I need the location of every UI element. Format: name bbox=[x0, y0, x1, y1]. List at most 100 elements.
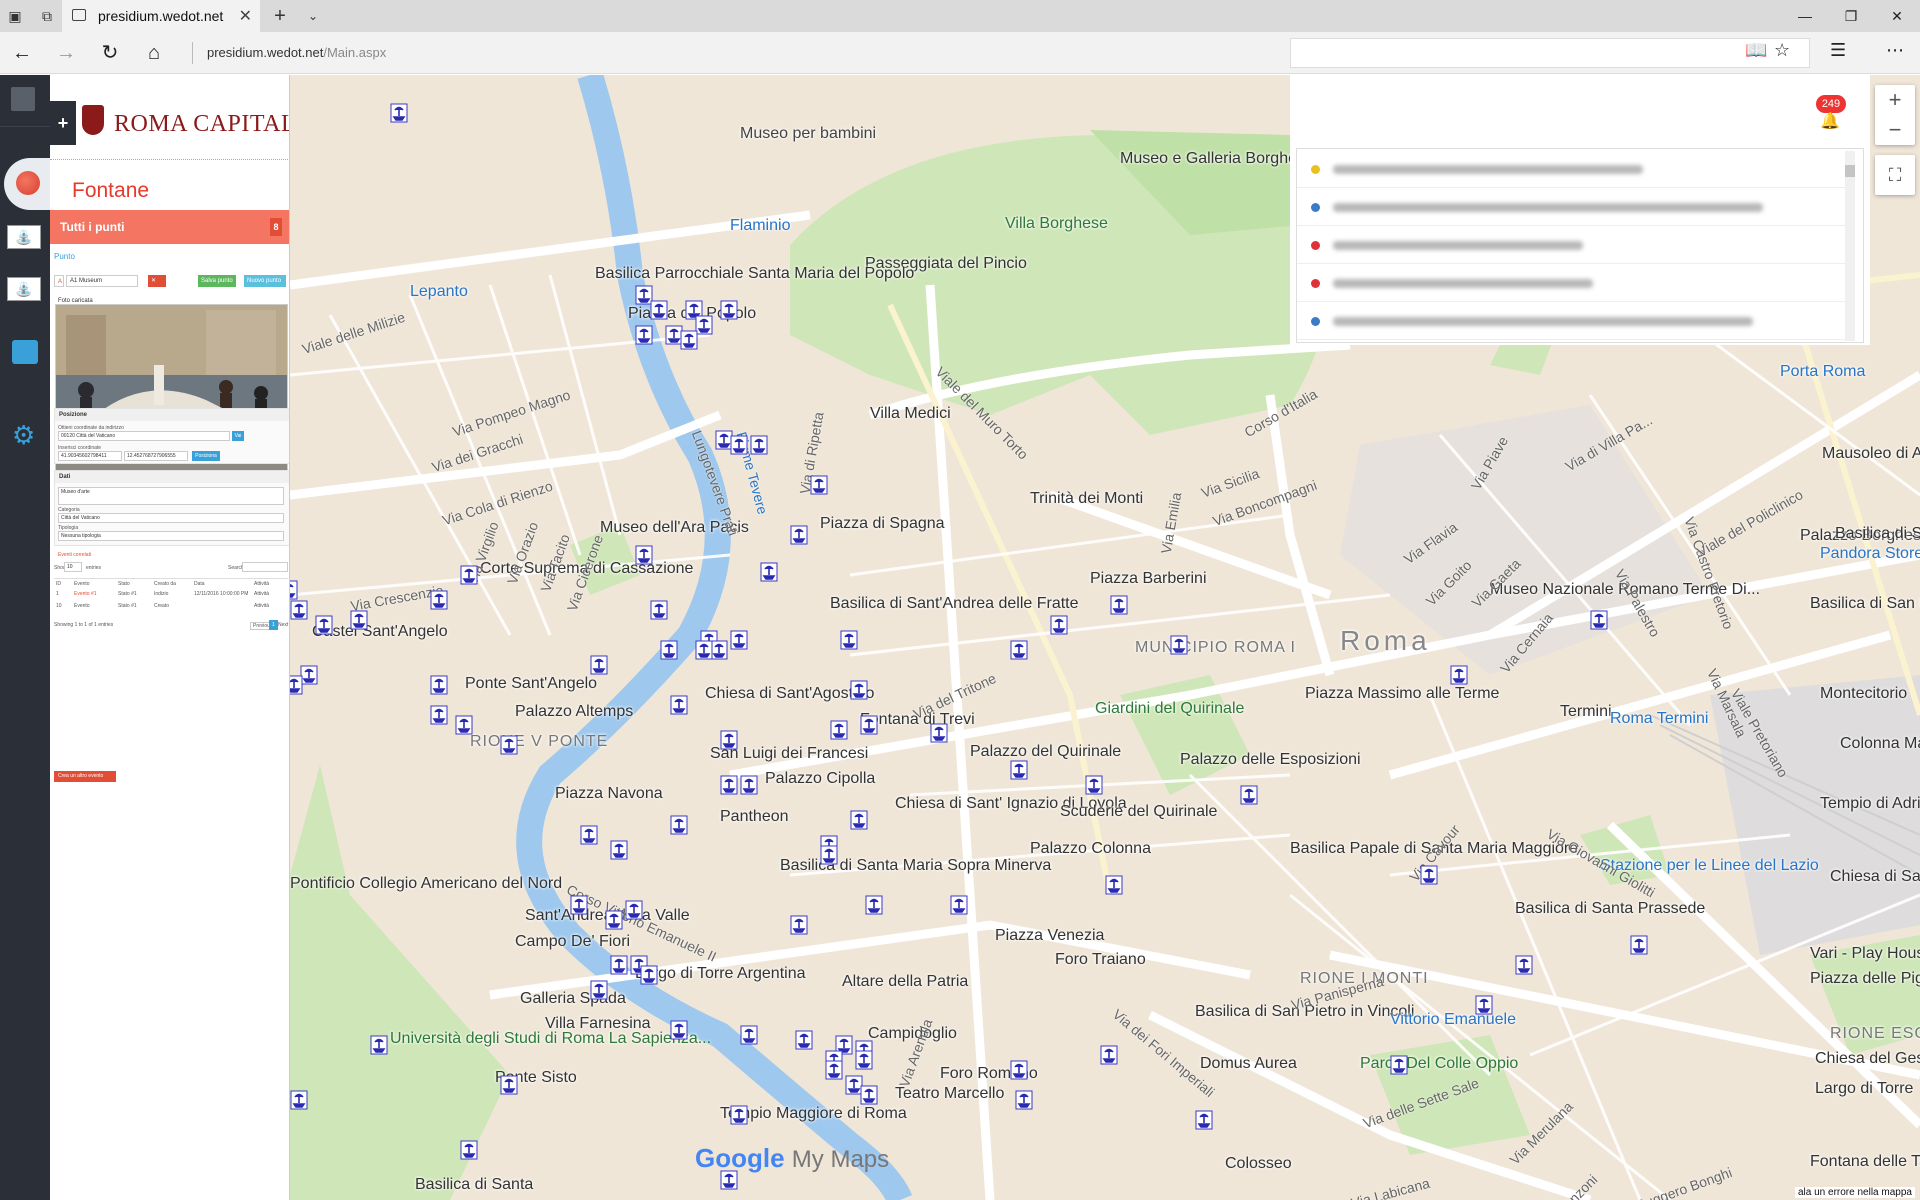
table-header-cell[interactable]: Attività bbox=[254, 581, 269, 587]
map-place-label[interactable]: Foro Traiano bbox=[1055, 951, 1146, 969]
name-input[interactable]: Museo d'arte bbox=[58, 487, 284, 505]
map-place-label[interactable]: Vari - Play House bbox=[1810, 945, 1920, 963]
table-cell[interactable]: Evento bbox=[74, 603, 90, 609]
fountain-marker-icon[interactable] bbox=[1515, 955, 1533, 975]
results-scrollbar[interactable] bbox=[1845, 151, 1855, 341]
map-place-label[interactable]: Palazzo Colonna bbox=[1030, 840, 1151, 858]
map-place-label[interactable]: Pantheon bbox=[720, 808, 789, 826]
fountain-marker-icon[interactable] bbox=[865, 895, 883, 915]
show-entries-select[interactable]: 10 bbox=[64, 562, 82, 572]
map-place-label[interactable]: Basilica di Santa bbox=[415, 1176, 533, 1194]
fountain-marker-icon[interactable] bbox=[830, 720, 848, 740]
fountain-marker-icon[interactable] bbox=[500, 735, 518, 755]
fountain-marker-icon[interactable] bbox=[1630, 935, 1648, 955]
map-place-label[interactable]: Vittorio Emanuele bbox=[1390, 1011, 1516, 1029]
calendar-icon[interactable] bbox=[12, 340, 38, 364]
fountain-marker-icon[interactable] bbox=[825, 1060, 843, 1080]
map-place-label[interactable]: Pandora Store bbox=[1820, 545, 1920, 563]
map-place-label[interactable]: Mausoleo di Augusto bbox=[1822, 445, 1920, 463]
map-place-label[interactable]: Domus Aurea bbox=[1200, 1055, 1297, 1073]
table-header-cell[interactable]: Stato bbox=[118, 581, 130, 587]
fountain-marker-icon[interactable] bbox=[430, 675, 448, 695]
fountain-marker-icon[interactable] bbox=[1085, 775, 1103, 795]
fountain-marker-icon[interactable] bbox=[720, 775, 738, 795]
fountain-marker-icon[interactable] bbox=[650, 300, 668, 320]
zoom-out-button[interactable]: − bbox=[1875, 115, 1915, 145]
fountain-marker-icon[interactable] bbox=[1015, 1090, 1033, 1110]
map-place-label[interactable]: Museo e Galleria Borghese bbox=[1120, 150, 1314, 168]
map-place-label[interactable]: Porta Roma bbox=[1780, 363, 1865, 381]
fountain-marker-icon[interactable] bbox=[790, 915, 808, 935]
bell-icon[interactable]: 🔔 bbox=[1820, 111, 1840, 131]
fountain-marker-icon[interactable] bbox=[740, 1025, 758, 1045]
fountain-marker-icon[interactable] bbox=[455, 715, 473, 735]
fountain-marker-icon[interactable] bbox=[730, 1105, 748, 1125]
home-icon[interactable]: ⌂ bbox=[138, 37, 170, 69]
fountain-marker-icon[interactable] bbox=[660, 640, 678, 660]
map-place-label[interactable]: Basilica di San Lorenzo in Lucina bbox=[1810, 595, 1920, 613]
fountain-marker-icon[interactable] bbox=[390, 103, 408, 123]
fountain-marker-icon[interactable] bbox=[680, 330, 698, 350]
save-point-button[interactable]: Salva punto bbox=[198, 275, 236, 287]
map-place-label[interactable]: Termini bbox=[1560, 703, 1612, 721]
map-place-label[interactable]: Flaminio bbox=[730, 217, 790, 235]
fountain-marker-icon[interactable] bbox=[695, 640, 713, 660]
fountain-marker-icon[interactable] bbox=[570, 895, 588, 915]
fountain-marker-icon[interactable] bbox=[810, 475, 828, 495]
fountain-marker-icon[interactable] bbox=[720, 730, 738, 750]
map-place-label[interactable]: Piazza Navona bbox=[555, 785, 663, 803]
map-place-label[interactable]: Piazza Barberini bbox=[1090, 570, 1207, 588]
fountain-marker-icon[interactable] bbox=[650, 600, 668, 620]
fountain-marker-icon[interactable] bbox=[930, 723, 948, 743]
map-place-label[interactable]: Campo De' Fiori bbox=[515, 933, 630, 951]
zoom-in-button[interactable]: + bbox=[1875, 85, 1915, 115]
map-place-label[interactable]: Piazza Venezia bbox=[995, 927, 1104, 945]
browser-tab[interactable]: presidium.wedot.net ✕ bbox=[62, 0, 260, 32]
fountain-marker-icon[interactable] bbox=[1050, 615, 1068, 635]
fountain-marker-icon[interactable] bbox=[720, 300, 738, 320]
map-place-label[interactable]: Colonna Marco Aurelio bbox=[1840, 735, 1920, 753]
fountain-marker-icon[interactable] bbox=[610, 955, 628, 975]
favorite-star-icon[interactable]: ☆ bbox=[1774, 40, 1790, 61]
fountain-marker-icon[interactable] bbox=[730, 435, 748, 455]
fountain-marker-icon[interactable] bbox=[1420, 865, 1438, 885]
fountain-marker-icon[interactable] bbox=[795, 1030, 813, 1050]
map-place-label[interactable]: Palazzo Altemps bbox=[515, 703, 633, 721]
map-place-label[interactable]: Museo per bambini bbox=[740, 125, 876, 143]
fountain-marker-icon[interactable] bbox=[610, 840, 628, 860]
map-place-label[interactable]: Roma bbox=[1340, 625, 1431, 657]
map-place-label[interactable]: Palazzo Cipolla bbox=[765, 770, 875, 788]
map-nav-item[interactable] bbox=[4, 158, 50, 210]
more-icon[interactable]: ⋯ bbox=[1886, 40, 1904, 61]
back-icon[interactable]: ← bbox=[6, 37, 38, 69]
user-nav-item[interactable] bbox=[0, 75, 50, 127]
map-place-label[interactable]: Tempio di Adriano bbox=[1820, 795, 1920, 813]
fountain-marker-icon[interactable] bbox=[640, 965, 658, 985]
fountain-marker-icon[interactable] bbox=[1170, 635, 1188, 655]
fountain-marker-icon[interactable] bbox=[750, 435, 768, 455]
result-row[interactable] bbox=[1297, 264, 1847, 302]
map-place-label[interactable]: Basilica di Sant'Andrea delle Fratte bbox=[830, 595, 1079, 613]
map-place-label[interactable]: Scuderie del Quirinale bbox=[1060, 803, 1217, 821]
result-row[interactable] bbox=[1297, 302, 1847, 340]
map-place-label[interactable]: Piazza delle Pigna bbox=[1810, 970, 1920, 988]
gear-icon[interactable]: ⚙ bbox=[12, 420, 35, 451]
map-place-label[interactable]: Largo di Torre Argentina bbox=[635, 965, 805, 983]
longitude-input[interactable]: 12.452768727906555 bbox=[124, 451, 188, 461]
minimize-icon[interactable]: — bbox=[1782, 0, 1828, 32]
map-place-label[interactable]: MUNICIPIO ROMA I bbox=[1135, 639, 1296, 657]
map-place-label[interactable]: Roma Termini bbox=[1610, 710, 1708, 728]
table-cell[interactable]: Evento #1 bbox=[74, 591, 97, 597]
punto-link[interactable]: Punto bbox=[54, 252, 75, 261]
fountain-marker-icon[interactable] bbox=[580, 825, 598, 845]
map-place-label[interactable]: Giardini del Quirinale bbox=[1095, 700, 1244, 718]
fountain-marker-icon[interactable] bbox=[500, 1075, 518, 1095]
fountain-marker-icon[interactable] bbox=[590, 655, 608, 675]
fountain-marker-icon[interactable] bbox=[840, 630, 858, 650]
fountain-marker-icon[interactable] bbox=[290, 1090, 308, 1110]
fountain-marker-icon[interactable] bbox=[1100, 1045, 1118, 1065]
map-place-label[interactable]: Villa Borghese bbox=[1005, 215, 1108, 233]
map-place-label[interactable]: Basilica di San Carlo al... bbox=[1835, 525, 1920, 543]
fountain-marker-icon[interactable] bbox=[1010, 640, 1028, 660]
map-place-label[interactable]: Chiesa del Gesù bbox=[1815, 1050, 1920, 1068]
